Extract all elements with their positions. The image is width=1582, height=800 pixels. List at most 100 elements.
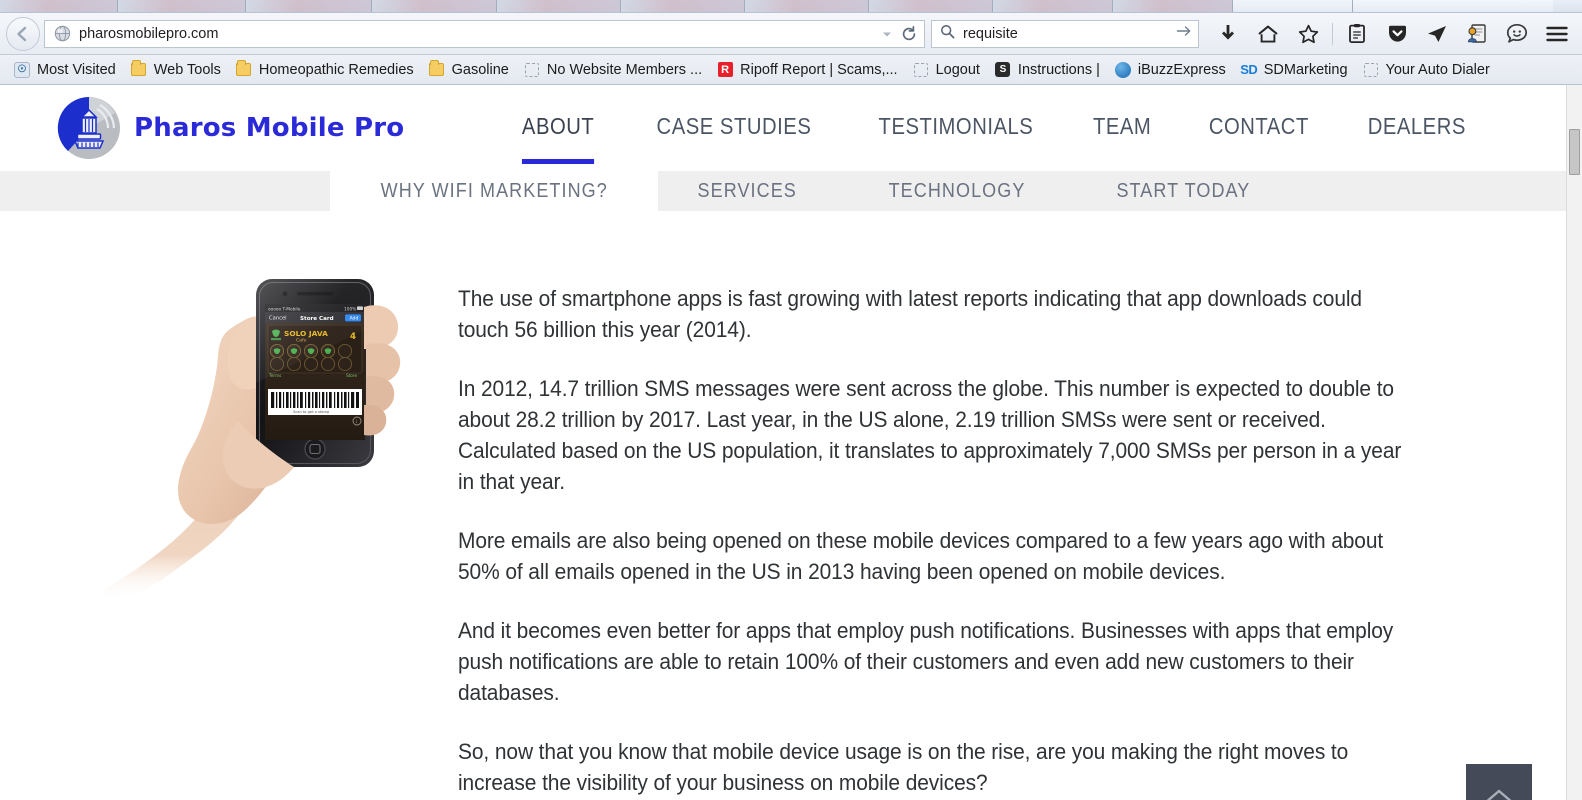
browser-toolbar-icons	[1209, 17, 1576, 51]
bookmark-label: Instructions |	[1017, 61, 1100, 78]
search-input-value[interactable]: requisite	[963, 26, 1176, 42]
browser-tab-active[interactable]	[1233, 0, 1353, 12]
bookmark-label: Logout	[935, 61, 980, 78]
bookmark-your-auto-dialer[interactable]: Your Auto Dialer	[1355, 58, 1497, 82]
bookmark-sdmarketing[interactable]: SD SDMarketing	[1233, 58, 1355, 82]
page-scrollbar-thumb[interactable]	[1569, 129, 1580, 175]
browser-window: pharosmobilepro.com requisite ☉ Most Vis…	[0, 0, 1582, 800]
bookmark-label: Web Tools	[153, 61, 221, 78]
browser-tab[interactable]	[993, 0, 1113, 12]
svg-text:Store: Store	[346, 373, 357, 378]
browser-tab-strip[interactable]	[0, 0, 1582, 13]
bookmark-label: Gasoline	[451, 61, 509, 78]
nav-item-label: TESTIMONIALS	[878, 112, 1033, 139]
website-page: Pharos Mobile Pro ABOUT CASE STUDIES TES…	[0, 85, 1566, 800]
blank-page-icon	[1362, 61, 1380, 78]
bookmark-label: iBuzzExpress	[1137, 61, 1226, 78]
paragraph: And it becomes even better for apps that…	[458, 618, 1394, 705]
hamburger-menu-icon[interactable]	[1538, 17, 1576, 51]
page-scrollbar[interactable]	[1566, 85, 1582, 800]
nav-item-team[interactable]: TEAM	[1073, 113, 1172, 144]
browser-navigation-bar: pharosmobilepro.com requisite	[0, 13, 1582, 55]
bookmark-no-website-members[interactable]: No Website Members ...	[516, 58, 709, 82]
toolbar-divider	[1332, 22, 1333, 45]
browser-tab[interactable]	[0, 0, 118, 12]
pharos-lighthouse-logo-icon	[56, 95, 122, 161]
search-bar[interactable]: requisite	[931, 19, 1199, 48]
browser-tab[interactable]	[621, 0, 745, 12]
pocket-icon[interactable]	[1378, 17, 1416, 51]
browser-tab[interactable]	[372, 0, 497, 12]
chevron-up-icon	[1486, 789, 1512, 800]
nav-item-label: TEAM	[1093, 112, 1152, 139]
site-header: Pharos Mobile Pro ABOUT CASE STUDIES TES…	[0, 85, 1566, 171]
url-dropdown-button[interactable]	[876, 22, 898, 46]
bookmark-star-icon[interactable]	[1289, 17, 1327, 51]
bookmark-ripoff-report[interactable]: Ripoff Report | Scams,...	[709, 58, 904, 82]
bookmark-logout[interactable]: Logout	[905, 58, 987, 82]
bookmark-label: SDMarketing	[1263, 61, 1348, 78]
bookmark-label: Ripoff Report | Scams,...	[740, 61, 898, 78]
chevron-down-icon	[883, 32, 891, 36]
reader-list-icon[interactable]	[1338, 17, 1376, 51]
bookmark-ibuzzexpress[interactable]: iBuzzExpress	[1107, 58, 1233, 82]
reload-button[interactable]	[898, 22, 920, 46]
home-icon[interactable]	[1249, 17, 1287, 51]
lastpass-icon[interactable]	[1458, 17, 1496, 51]
nav-item-contact[interactable]: CONTACT	[1188, 113, 1328, 144]
main-navigation: ABOUT CASE STUDIES TESTIMONIALS TEAM CON…	[494, 113, 1496, 164]
browser-tab[interactable]	[745, 0, 869, 12]
browser-tab[interactable]	[1113, 0, 1233, 12]
nav-item-testimonials[interactable]: TESTIMONIALS	[858, 113, 1053, 144]
sub-nav-item-why-wifi-marketing[interactable]: WHY WIFI MARKETING?	[330, 171, 659, 211]
bookmark-instructions[interactable]: Instructions |	[987, 58, 1107, 82]
bookmark-label: Homeopathic Remedies	[258, 61, 414, 78]
bookmark-most-visited[interactable]: ☉ Most Visited	[6, 58, 123, 82]
svg-text:Scan to get a stamp: Scan to get a stamp	[293, 410, 330, 414]
back-arrow-icon	[17, 26, 27, 41]
site-logo-text: Pharos Mobile Pro	[134, 113, 405, 143]
arrow-right-icon	[1176, 26, 1191, 36]
browser-tab[interactable]	[497, 0, 621, 12]
site-logo[interactable]: Pharos Mobile Pro	[56, 95, 404, 161]
bookmark-gasoline[interactable]: Gasoline	[421, 58, 516, 82]
sub-nav-label: SERVICES	[697, 179, 798, 202]
bookmark-homeopathic-remedies[interactable]: Homeopathic Remedies	[228, 58, 421, 82]
nav-item-label: CASE STUDIES	[656, 112, 812, 139]
hand-holding-smartphone-image: ooooo T-Mobile 100% Cancel Store Card Ad…	[78, 271, 418, 601]
browser-tab[interactable]	[246, 0, 372, 12]
nav-item-about[interactable]: ABOUT	[502, 113, 615, 164]
folder-icon	[235, 60, 253, 78]
paragraph: The use of smartphone apps is fast growi…	[458, 286, 1362, 342]
skype-icon	[994, 61, 1012, 78]
send-tab-icon[interactable]	[1418, 17, 1456, 51]
back-button[interactable]	[6, 16, 40, 51]
ibuzzexpress-icon	[1114, 61, 1132, 78]
most-visited-icon: ☉	[13, 61, 31, 78]
hero-image-column: ooooo T-Mobile 100% Cancel Store Card Ad…	[70, 271, 430, 800]
ripoff-report-icon	[716, 61, 734, 78]
downloads-icon[interactable]	[1209, 17, 1247, 51]
sdmarketing-icon: SD	[1240, 62, 1258, 77]
nav-item-label: CONTACT	[1208, 112, 1309, 139]
main-content: ooooo T-Mobile 100% Cancel Store Card Ad…	[0, 211, 1566, 800]
browser-tab[interactable]	[869, 0, 993, 12]
sub-nav-item-technology[interactable]: TECHNOLOGY	[831, 171, 1061, 211]
scroll-to-top-button[interactable]	[1466, 764, 1532, 800]
search-submit-button[interactable]	[1176, 24, 1192, 43]
article-body: The use of smartphone apps is fast growi…	[430, 271, 1486, 800]
browser-tab[interactable]	[1353, 0, 1553, 12]
paragraph: In 2012, 14.7 trillion SMS messages were…	[458, 376, 1402, 494]
nav-item-case-studies[interactable]: CASE STUDIES	[636, 113, 831, 144]
nav-item-dealers[interactable]: DEALERS	[1348, 113, 1487, 144]
url-text[interactable]: pharosmobilepro.com	[79, 26, 876, 42]
chat-smiley-icon[interactable]	[1498, 17, 1536, 51]
blank-page-icon	[912, 61, 930, 78]
sub-nav-item-start-today[interactable]: START TODAY	[1061, 171, 1286, 211]
url-bar[interactable]: pharosmobilepro.com	[44, 19, 925, 48]
bookmarks-bar: ☉ Most Visited Web Tools Homeopathic Rem…	[0, 55, 1582, 85]
bookmark-web-tools[interactable]: Web Tools	[123, 58, 228, 82]
browser-tab[interactable]	[118, 0, 246, 12]
sub-nav-item-services[interactable]: SERVICES	[658, 171, 830, 211]
bookmark-label: No Website Members ...	[546, 61, 703, 78]
